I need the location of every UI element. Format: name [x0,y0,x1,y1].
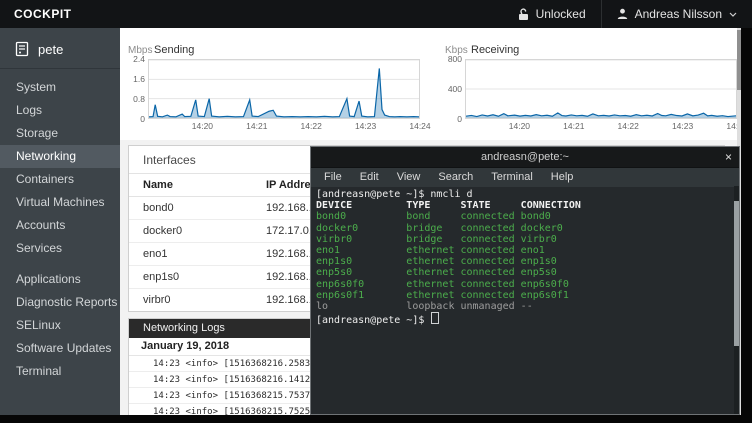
lock-status[interactable]: Unlocked [503,0,601,28]
user-icon [617,8,628,20]
host-name: pete [38,42,63,57]
terminal-titlebar[interactable]: andreasn@pete:~ × [311,147,739,167]
sending-chart: MbpsSending2.41.60.8014:2014:2114:2214:2… [128,44,420,131]
sidebar-divider [0,68,120,69]
sidebar-item-selinux[interactable]: SELinux [0,314,120,337]
terminal-cursor [431,312,439,324]
user-menu[interactable]: Andreas Nilsson [602,0,752,28]
terminal-line: enp6s0f0ethernetconnectedenp6s0f0 [316,279,734,290]
terminal-line: [andreasn@pete ~]$ nmcli d [316,189,734,200]
sidebar-item-containers[interactable]: Containers [0,168,120,191]
sidebar-item-system[interactable]: System [0,76,120,99]
sidebar-nav: SystemLogsStorageNetworkingContainersVir… [0,76,120,383]
chart-plot-area [465,59,737,119]
terminal-title: andreasn@pete:~ [481,151,569,163]
terminal-line: [andreasn@pete ~]$ [316,312,734,326]
terminal-menu-file[interactable]: File [315,168,351,187]
terminal-scrollbar-thumb[interactable] [734,201,739,346]
terminal-menu-terminal[interactable]: Terminal [482,168,542,187]
caret-down-icon [729,12,737,17]
terminal-line: enp6s0f1ethernetconnectedenp6s0f1 [316,290,734,301]
lock-status-label: Unlocked [536,7,586,21]
x-axis-labels: 14:2014:2114:2214:2314:24 [465,119,737,131]
sidebar-item-services[interactable]: Services [0,237,120,260]
terminal-window: andreasn@pete:~ × FileEditViewSearchTerm… [310,146,740,415]
terminal-menubar: FileEditViewSearchTerminalHelp [311,167,739,187]
server-icon [15,41,29,57]
terminal-line: enp5s0ethernetconnectedenp5s0 [316,267,734,278]
terminal-menu-view[interactable]: View [388,168,430,187]
sidebar-item-software-updates[interactable]: Software Updates [0,337,120,360]
terminal-screen[interactable]: [andreasn@pete ~]$ nmcli dDEVICETYPESTAT… [311,186,734,414]
chart-title: Receiving [471,44,519,56]
sidebar: pete SystemLogsStorageNetworkingContaine… [0,28,120,415]
y-axis-labels: 2.41.60.80 [128,59,148,119]
sidebar-item-diagnostic-reports[interactable]: Diagnostic Reports [0,291,120,314]
host-selector[interactable]: pete [0,28,120,68]
receiving-chart: KbpsReceiving800400014:2014:2114:2214:23… [445,44,737,131]
terminal-line: eno1ethernetconnectedeno1 [316,245,734,256]
sidebar-item-applications[interactable]: Applications [0,268,120,291]
sidebar-item-virtual-machines[interactable]: Virtual Machines [0,191,120,214]
column-header-name: Name [143,179,266,191]
x-axis-labels: 14:2014:2114:2214:2314:24 [148,119,420,131]
y-axis-labels: 8004000 [445,59,465,119]
sidebar-item-terminal[interactable]: Terminal [0,360,120,383]
chart-title: Sending [154,44,194,56]
page-scrollbar-thumb[interactable] [737,30,741,90]
terminal-line: enp1s0ethernetconnectedenp1s0 [316,256,734,267]
terminal-line: docker0bridgeconnecteddocker0 [316,223,734,234]
terminal-menu-search[interactable]: Search [429,168,482,187]
sidebar-item-storage[interactable]: Storage [0,122,120,145]
terminal-menu-help[interactable]: Help [542,168,583,187]
terminal-menu-edit[interactable]: Edit [351,168,388,187]
terminal-line: DEVICETYPESTATECONNECTION [316,200,734,211]
terminal-line: loloopbackunmanaged-- [316,301,734,312]
cockpit-brand: COCKPIT [14,7,72,21]
sidebar-item-logs[interactable]: Logs [0,99,120,122]
topbar-right: Unlocked Andreas Nilsson [503,0,752,28]
terminal-line: virbr0bridgeconnectedvirbr0 [316,234,734,245]
sidebar-item-networking[interactable]: Networking [0,145,120,168]
sidebar-item-accounts[interactable]: Accounts [0,214,120,237]
terminal-line: bond0bondconnectedbond0 [316,211,734,222]
graphs-section: MbpsSending2.41.60.8014:2014:2114:2214:2… [120,28,737,140]
user-name-label: Andreas Nilsson [635,7,722,21]
unlock-icon [518,8,529,21]
close-icon[interactable]: × [725,147,732,167]
chart-plot-area [148,59,420,119]
top-bar: COCKPIT Unlocked Andreas Nilsson [0,0,752,28]
terminal-scrollbar[interactable] [734,186,739,414]
